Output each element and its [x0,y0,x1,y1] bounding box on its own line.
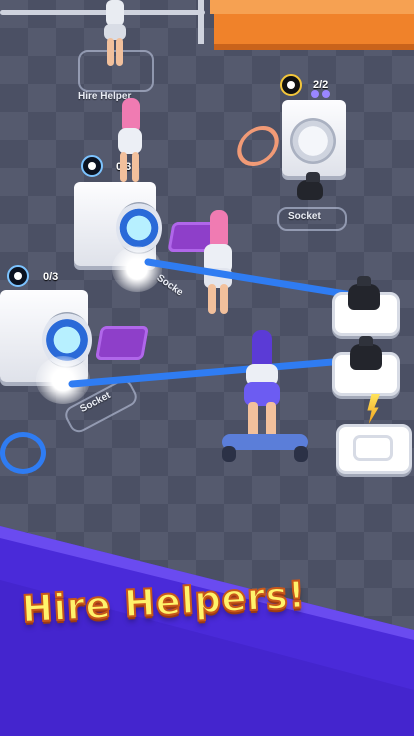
plug-right-middle [350,336,382,370]
socket-right-empty[interactable] [336,424,412,474]
hose-lower [68,356,360,388]
hoverboard [222,434,308,464]
player-character[interactable] [236,330,290,440]
socket-outlet-icon [353,435,393,461]
hose-upper [144,258,362,300]
plug-right-upper [348,276,380,310]
ring-icon-blue [0,432,46,474]
